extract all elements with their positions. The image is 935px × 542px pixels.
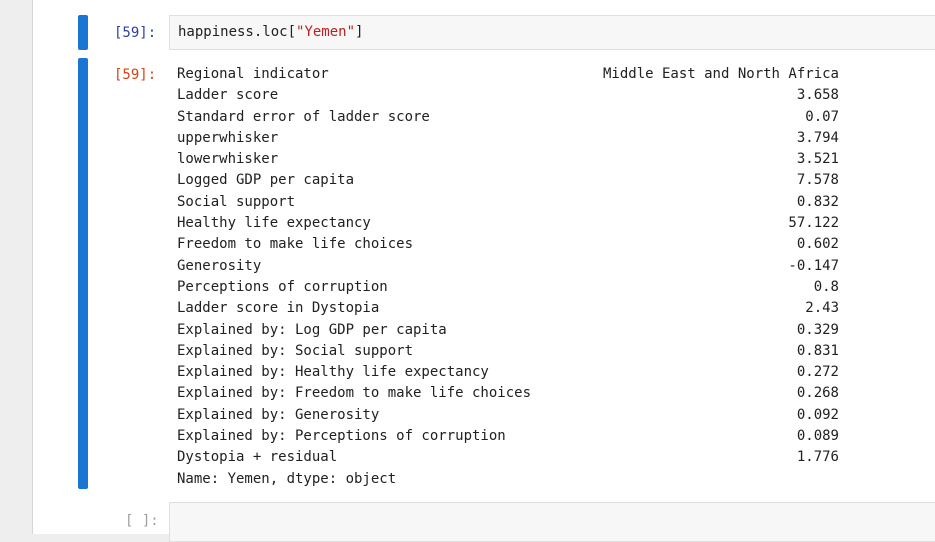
series-index-label: Explained by: Social support [177, 342, 414, 359]
output-area-59: [59]: Regional indicator Middle East and … [78, 58, 935, 490]
output-collapser-bar[interactable] [78, 58, 88, 489]
series-value: 0.07 [805, 108, 839, 125]
empty-code-editor[interactable] [169, 502, 935, 542]
series-value: 3.794 [796, 129, 839, 146]
series-value: -0.147 [788, 257, 839, 274]
series-value: 57.122 [788, 215, 839, 232]
series-index-label: lowerwhisker [177, 151, 279, 168]
series-value: 0.602 [796, 236, 839, 253]
series-index-label: Standard error of ladder score [177, 108, 430, 125]
series-row: Explained by: Healthy life expectancy 0.2… [177, 362, 839, 383]
series-row: Logged GDP per capita 7.578 [177, 170, 839, 191]
series-row: Explained by: Social support 0.831 [177, 341, 839, 362]
series-value: 0.272 [796, 364, 839, 381]
code-editor[interactable]: happiness.loc["Yemen"] [169, 15, 935, 50]
series-index-label: Ladder score in Dystopia [177, 300, 380, 317]
code-line[interactable]: happiness.loc["Yemen"] [178, 22, 363, 43]
series-row: Generosity -0.147 [177, 256, 839, 277]
code-cell-59[interactable]: [59]: happiness.loc["Yemen"] [78, 14, 935, 51]
series-value: 0.268 [796, 385, 839, 402]
series-index-label: Logged GDP per capita [177, 172, 355, 189]
series-index-label: Explained by: Log GDP per capita [177, 321, 447, 338]
series-index-label: Explained by: Freedom to make life choic… [177, 385, 532, 402]
series-index-label: Explained by: Healthy life expectancy [177, 364, 489, 381]
series-row: Regional indicator Middle East and North … [177, 64, 839, 85]
series-index-label: Dystopia + residual [177, 449, 338, 466]
series-value: 0.832 [796, 193, 839, 210]
series-value: 0.329 [796, 321, 839, 338]
notebook-panel: [59]: happiness.loc["Yemen"] [59]: Regio… [32, 0, 935, 542]
series-value: 7.578 [796, 172, 839, 189]
series-value: 3.521 [796, 151, 839, 168]
series-row: Healthy life expectancy 57.122 [177, 213, 839, 234]
output-prompt: [59]: [114, 67, 157, 83]
series-value: Middle East and North Africa [602, 66, 839, 82]
series-index-label: Generosity [177, 257, 262, 274]
series-row: lowerwhisker 3.521 [177, 149, 839, 170]
empty-code-cell[interactable]: [ ]: [78, 502, 935, 542]
series-output: Regional indicator Middle East and North … [177, 64, 839, 490]
series-index-label: Social support [177, 193, 296, 210]
series-value: 1.776 [796, 449, 839, 466]
series-row: Explained by: Freedom to make life choic… [177, 383, 839, 404]
series-value: 0.092 [796, 406, 839, 423]
series-index-label: Explained by: Generosity [177, 406, 380, 423]
series-index-label: Ladder score [177, 87, 279, 104]
series-row: Dystopia + residual 1.776 [177, 447, 839, 468]
series-index-label: Healthy life expectancy [177, 215, 371, 232]
cell-selection-bar[interactable] [78, 15, 88, 50]
series-row: Social support 0.832 [177, 192, 839, 213]
series-value: 3.658 [796, 87, 839, 104]
series-row: Explained by: Generosity 0.092 [177, 405, 839, 426]
series-row: upperwhisker 3.794 [177, 128, 839, 149]
series-row: Freedom to make life choices 0.602 [177, 234, 839, 255]
series-index-label: Perceptions of corruption [177, 278, 388, 295]
series-row: Ladder score in Dystopia 2.43 [177, 298, 839, 319]
input-prompt: [59]: [114, 25, 157, 41]
series-footer: Name: Yemen, dtype: object [177, 470, 397, 487]
series-value: 0.089 [796, 428, 839, 445]
empty-input-prompt: [ ]: [125, 513, 159, 529]
series-value: 2.43 [805, 300, 839, 317]
series-index-label: upperwhisker [177, 129, 279, 146]
code-string-literal: "Yemen" [296, 24, 356, 40]
code-suffix: ] [355, 24, 364, 40]
series-index-label: Freedom to make life choices [177, 236, 414, 253]
series-index-label: Explained by: Perceptions of corruption [177, 428, 506, 445]
series-value: 0.831 [796, 342, 839, 359]
series-value: 0.8 [813, 278, 839, 295]
series-row: Explained by: Log GDP per capita 0.329 [177, 320, 839, 341]
series-row: Explained by: Perceptions of corruption 0… [177, 426, 839, 447]
code-prefix: happiness.loc[ [178, 24, 297, 40]
series-row: Standard error of ladder score 0.07 [177, 107, 839, 128]
series-row: Ladder score 3.658 [177, 85, 839, 106]
series-index-label: Regional indicator [177, 66, 329, 82]
series-row: Perceptions of corruption 0.8 [177, 277, 839, 298]
